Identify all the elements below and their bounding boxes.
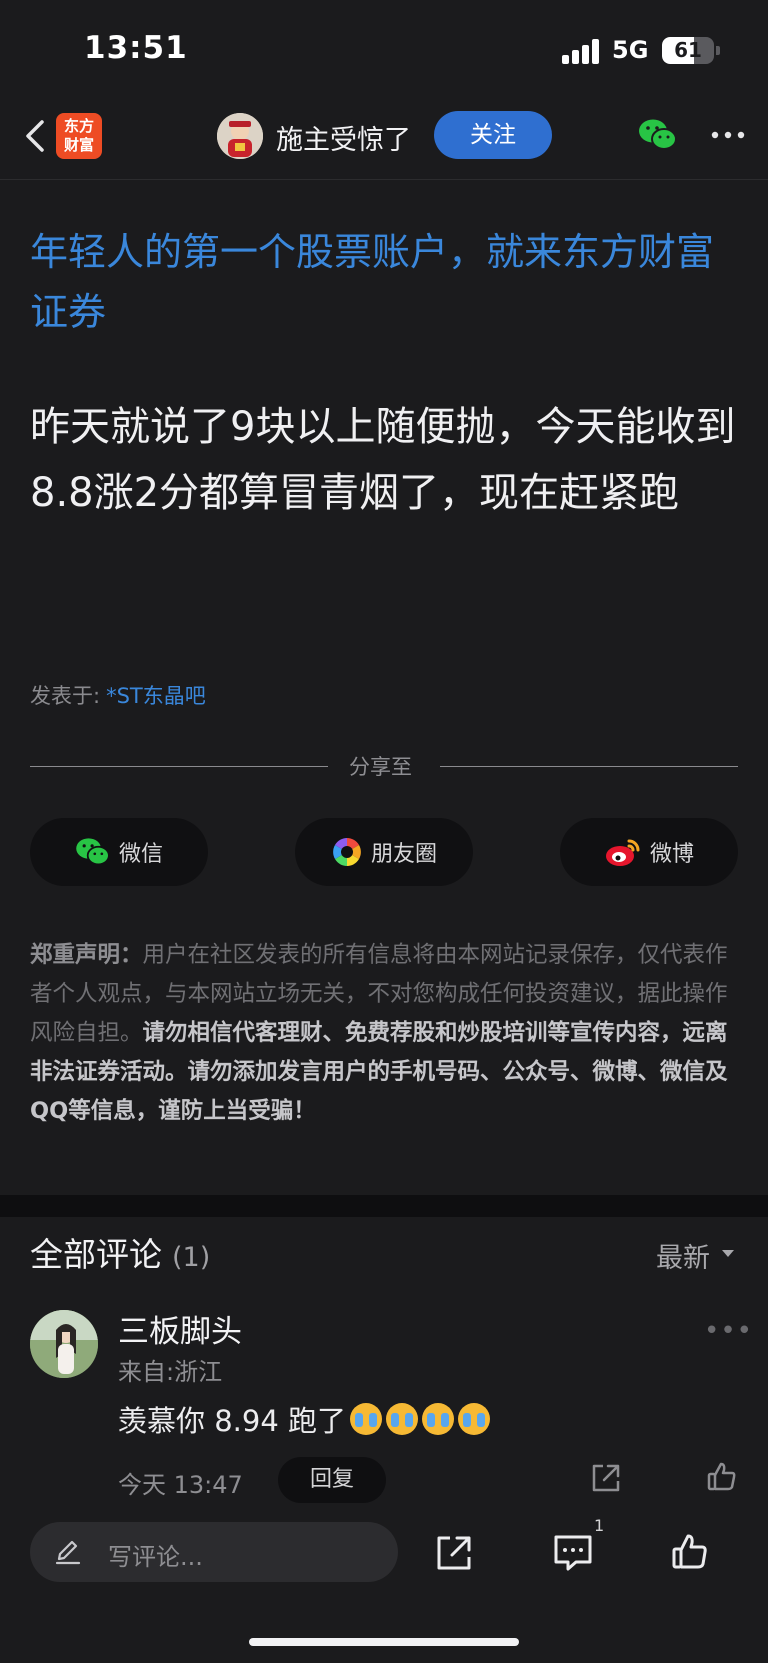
author-avatar[interactable] <box>217 113 263 159</box>
author-name[interactable]: 施主受惊了 <box>276 118 411 157</box>
wechat-icon <box>76 838 110 866</box>
battery-percent: 61 <box>674 38 702 62</box>
comments-title-text: 全部评论 <box>30 1235 162 1274</box>
weibo-icon <box>605 839 640 866</box>
crying-emoji-icon <box>458 1403 491 1435</box>
battery-icon: 61 <box>662 37 714 64</box>
share-wechat-label: 微信 <box>118 842 163 867</box>
bar-link[interactable]: *ST东晶吧 <box>106 684 206 708</box>
share-weibo-button[interactable]: 微博 <box>560 818 738 886</box>
app-logo[interactable]: 东方 财富 <box>56 113 102 159</box>
comment-more-icon[interactable]: ••• <box>704 1316 753 1346</box>
status-bar: 13:51 5G 61 <box>0 0 768 100</box>
share-icon[interactable] <box>590 1462 622 1494</box>
moments-icon <box>333 838 361 866</box>
app-logo-line1: 东方 <box>63 117 94 135</box>
posted-in: 发表于: *ST东晶吧 <box>30 680 206 710</box>
more-icon[interactable] <box>708 120 748 150</box>
avatar-image <box>217 113 263 159</box>
reply-button[interactable]: 回复 <box>278 1457 386 1503</box>
share-wechat-button[interactable]: 微信 <box>30 818 208 886</box>
wechat-icon[interactable] <box>638 118 678 152</box>
share-title: 分享至 <box>349 755 412 779</box>
chevron-down-icon[interactable] <box>722 1250 734 1257</box>
comment-icon[interactable] <box>552 1533 594 1573</box>
back-icon[interactable] <box>16 116 56 156</box>
commenter-name[interactable]: 三板脚头 <box>118 1306 242 1351</box>
write-comment-input[interactable]: 写评论... <box>30 1522 398 1582</box>
comment-count-badge: 1 <box>594 1516 605 1535</box>
nav-bar: 东方 财富 施主受惊了 关注 <box>0 100 768 180</box>
comment-time: 今天 13:47 <box>118 1471 243 1499</box>
share-weibo-label: 微博 <box>649 842 694 867</box>
share-icon[interactable] <box>434 1533 474 1573</box>
home-indicator <box>249 1638 519 1646</box>
disclaimer: 郑重声明：用户在社区发表的所有信息将由本网站记录保存，仅代表作者个人观点，与本网… <box>30 936 740 1131</box>
crying-emoji-icon <box>386 1403 419 1435</box>
follow-button[interactable]: 关注 <box>434 111 552 159</box>
commenter-location: 来自:浙江 <box>118 1358 223 1386</box>
ad-link[interactable]: 年轻人的第一个股票账户，就来东方财富证券 <box>30 222 740 342</box>
app-logo-line2: 财富 <box>63 136 94 154</box>
avatar-image <box>30 1310 98 1378</box>
status-time: 13:51 <box>84 30 188 66</box>
post-body: 昨天就说了9块以上随便抛，今天能收到8.8涨2分都算冒青烟了，现在赶紧跑 <box>30 404 736 516</box>
bottom-bar: 写评论... 1 <box>0 1508 768 1663</box>
like-icon[interactable] <box>706 1461 738 1493</box>
comments-title: 全部评论 (1) <box>30 1228 210 1276</box>
like-icon[interactable] <box>670 1532 710 1572</box>
sort-dropdown[interactable]: 最新 <box>656 1236 710 1275</box>
share-divider-left <box>30 766 328 767</box>
comments-count: (1) <box>172 1242 211 1273</box>
share-divider-right <box>440 766 738 767</box>
emoji-row <box>350 1403 491 1435</box>
signal-icon <box>562 38 600 64</box>
crying-emoji-icon <box>350 1403 383 1435</box>
battery-tip <box>716 46 720 55</box>
pencil-icon <box>55 1540 81 1565</box>
write-comment-placeholder: 写评论... <box>108 1543 203 1571</box>
commenter-avatar[interactable] <box>30 1310 98 1378</box>
network-type: 5G <box>612 36 649 64</box>
posted-label: 发表于: <box>30 684 101 708</box>
crying-emoji-icon <box>422 1403 455 1435</box>
share-moments-button[interactable]: 朋友圈 <box>295 818 473 886</box>
section-divider <box>0 1195 768 1217</box>
comment-text: 羡慕你 8.94 跑了 <box>118 1398 491 1440</box>
disclaimer-prefix: 郑重声明： <box>30 942 143 968</box>
comment-text-body: 羡慕你 8.94 跑了 <box>118 1404 347 1438</box>
share-moments-label: 朋友圈 <box>370 842 437 867</box>
